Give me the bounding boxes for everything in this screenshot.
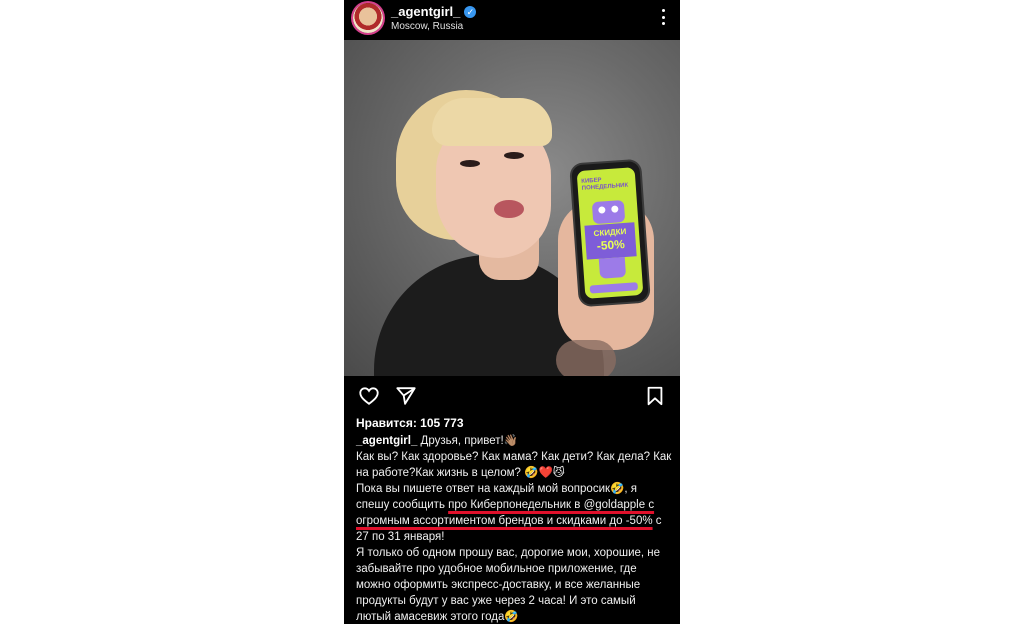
promo-screen: КИБЕР ПОНЕДЕЛЬНИК СКИДКИ -50% [576, 167, 644, 299]
post-header: _agentgirl_ ✓ Moscow, Russia [344, 0, 680, 38]
share-icon[interactable] [395, 385, 417, 407]
caption-line4: Я только об одном прошу вас, дорогие мои… [356, 547, 661, 623]
likes-count[interactable]: Нравится: 105 773 [356, 416, 464, 430]
instagram-post: _agentgirl_ ✓ Moscow, Russia КИБЕР ПОНЕД… [344, 0, 680, 624]
promo-footer [589, 282, 639, 294]
post-actions [344, 382, 680, 410]
more-options-icon[interactable] [662, 9, 666, 25]
caption-greeting: _agentgirl_ Друзья, привет!👋🏽 [356, 433, 672, 449]
photo-tattoo [556, 340, 616, 376]
photo-bangs [432, 98, 552, 146]
photo-phone: КИБЕР ПОНЕДЕЛЬНИК СКИДКИ -50% [571, 160, 649, 306]
promo-badge-line2: -50% [596, 237, 626, 253]
bookmark-icon[interactable] [644, 385, 666, 407]
verified-icon: ✓ [464, 5, 477, 18]
location[interactable]: Moscow, Russia [391, 21, 476, 32]
promo-title: КИБЕР ПОНЕДЕЛЬНИК [581, 177, 629, 192]
post-caption: _agentgirl_ Друзья, привет!👋🏽 Как вы? Ка… [356, 433, 672, 624]
avatar[interactable] [353, 3, 383, 33]
username[interactable]: _agentgirl_ [391, 4, 460, 19]
promo-monster [591, 199, 626, 225]
promo-monster-legs [598, 257, 627, 279]
caption-line2: Как вы? Как здоровье? Как мама? Как дети… [356, 451, 672, 479]
username-row: _agentgirl_ ✓ [391, 4, 477, 19]
photo-eye [460, 160, 480, 167]
caption-line1: Друзья, привет!👋🏽 [417, 435, 519, 447]
photo-mouth [494, 200, 524, 218]
heart-icon[interactable] [358, 385, 380, 407]
user-block: _agentgirl_ ✓ Moscow, Russia [391, 4, 477, 32]
promo-badge: СКИДКИ -50% [584, 222, 637, 260]
photo-eye [504, 152, 524, 159]
caption-promo: Пока вы пишете ответ на каждый мой вопро… [356, 481, 672, 545]
caption-author[interactable]: _agentgirl_ [356, 435, 417, 447]
post-photo[interactable]: КИБЕР ПОНЕДЕЛЬНИК СКИДКИ -50% [344, 40, 680, 376]
